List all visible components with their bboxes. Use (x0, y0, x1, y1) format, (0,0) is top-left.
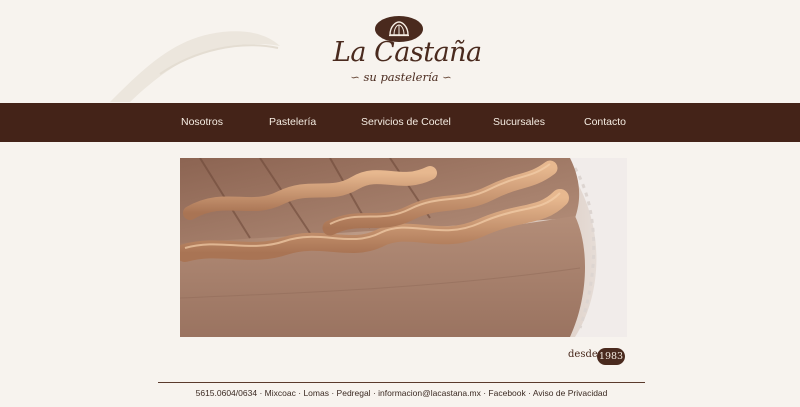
footer-separator: · (372, 388, 376, 398)
swirl-right-icon: ∽ (442, 70, 452, 84)
nav-item-servicios-coctel[interactable]: Servicios de Coctel (361, 103, 451, 142)
nav-item-contacto[interactable]: Contacto (584, 103, 626, 142)
hero-image (180, 158, 627, 337)
nav-item-pasteleria[interactable]: Pastelería (269, 103, 316, 142)
nav-item-sucursales[interactable]: Sucursales (493, 103, 545, 142)
main-nav: Nosotros Pastelería Servicios de Coctel … (0, 103, 800, 142)
since-year: 1983 (597, 348, 625, 365)
brand-tagline: ∽ su pastelería ∽ (333, 70, 469, 84)
footer-email-link[interactable]: informacion@lacastana.mx (378, 388, 481, 398)
cake-illustration (180, 158, 627, 337)
nav-item-nosotros[interactable]: Nosotros (181, 103, 223, 142)
footer-separator: · (298, 388, 302, 398)
footer-separator: · (528, 388, 531, 398)
footer-facebook-link[interactable]: Facebook (488, 388, 525, 398)
footer-phone: 5615.0604/0634 (195, 388, 258, 398)
leaf-decoration (110, 31, 280, 102)
footer-separator: · (483, 388, 487, 398)
chestnut-icon (389, 21, 409, 37)
footer: 5615.0604/0634 · Mixcoac · Lomas · Pedre… (158, 388, 645, 398)
since-label: desde (568, 349, 598, 360)
footer-divider (158, 382, 645, 383)
brand-logo[interactable]: La Castaña ∽ su pastelería ∽ (333, 16, 482, 86)
tagline-text: su pastelería (363, 70, 439, 84)
swirl-left-icon: ∽ (350, 70, 360, 84)
footer-location-pedregal[interactable]: Pedregal (337, 388, 371, 398)
footer-separator: · (331, 388, 335, 398)
brand-name: La Castaña (333, 37, 482, 68)
footer-location-mixcoac[interactable]: Mixcoac (265, 388, 296, 398)
footer-privacy-link[interactable]: Aviso de Privacidad (533, 388, 608, 398)
footer-separator: · (259, 388, 263, 398)
footer-location-lomas[interactable]: Lomas (303, 388, 329, 398)
